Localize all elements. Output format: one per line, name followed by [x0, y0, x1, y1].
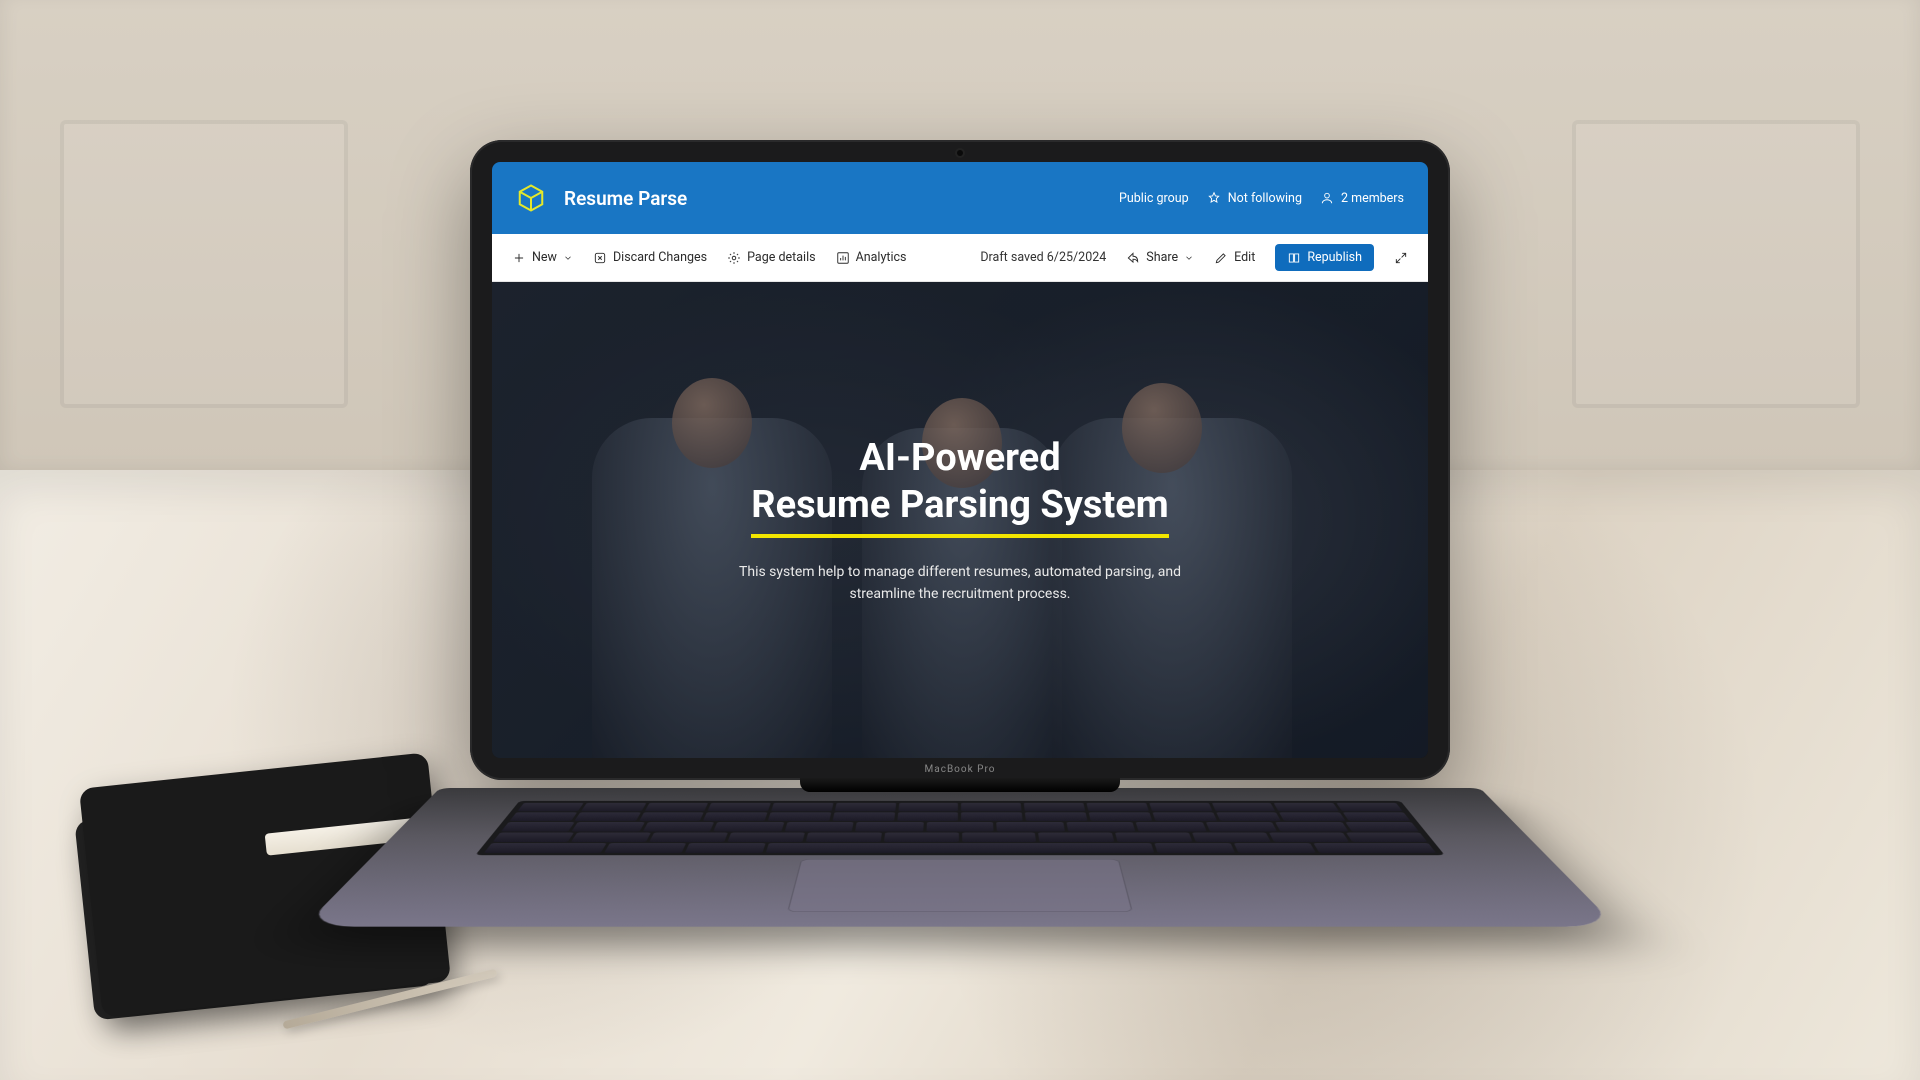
discard-icon: [593, 251, 607, 265]
hero-section: AI-Powered Resume Parsing System This sy…: [492, 282, 1428, 758]
edit-label: Edit: [1234, 250, 1255, 265]
analytics-button[interactable]: Analytics: [836, 250, 907, 265]
laptop-hinge: [800, 778, 1120, 792]
discard-label: Discard Changes: [613, 250, 707, 265]
laptop-device: Resume Parse Public group Not following …: [470, 140, 1450, 1080]
edit-button[interactable]: Edit: [1214, 250, 1255, 265]
share-icon: [1126, 251, 1140, 265]
chevron-down-icon: [563, 253, 573, 263]
analytics-icon: [836, 251, 850, 265]
draft-saved-text: Draft saved 6/25/2024: [980, 250, 1106, 265]
star-icon: [1207, 191, 1221, 205]
share-label: Share: [1146, 250, 1178, 265]
hero-title-line2: Resume Parsing System: [751, 482, 1168, 530]
page-details-button[interactable]: Page details: [727, 250, 815, 265]
book-icon: [1287, 251, 1301, 265]
camera-icon: [957, 150, 963, 156]
hero-subtitle: This system help to manage different res…: [720, 562, 1200, 605]
trackpad: [787, 859, 1133, 912]
hero-title-line1: AI-Powered: [751, 435, 1168, 483]
discard-changes-button[interactable]: Discard Changes: [593, 250, 707, 265]
page-toolbar: New Discard Changes Page details Analyti…: [492, 234, 1428, 282]
keyboard: [475, 801, 1444, 855]
new-button[interactable]: New: [512, 250, 573, 265]
laptop-base: MacBook Pro: [440, 780, 1480, 1080]
expand-icon: [1394, 251, 1408, 265]
plus-icon: [512, 251, 526, 265]
laptop-screen: Resume Parse Public group Not following …: [492, 162, 1428, 758]
person-icon: [1320, 191, 1334, 205]
public-group-label: Public group: [1119, 191, 1189, 206]
laptop-bezel: Resume Parse Public group Not following …: [470, 140, 1450, 780]
gear-icon: [727, 251, 741, 265]
not-following-button[interactable]: Not following: [1207, 191, 1302, 206]
device-brand: MacBook Pro: [925, 764, 996, 775]
sharepoint-app: Resume Parse Public group Not following …: [492, 162, 1428, 758]
site-title[interactable]: Resume Parse: [564, 187, 687, 210]
laptop-deck: [303, 788, 1616, 927]
share-button[interactable]: Share: [1126, 250, 1194, 265]
page-details-label: Page details: [747, 250, 815, 265]
republish-label: Republish: [1307, 250, 1362, 265]
members-link[interactable]: 2 members: [1320, 191, 1404, 206]
chevron-down-icon: [1184, 253, 1194, 263]
members-label: 2 members: [1341, 191, 1404, 206]
expand-button[interactable]: [1394, 251, 1408, 265]
not-following-label: Not following: [1228, 191, 1302, 206]
site-header: Resume Parse Public group Not following …: [492, 162, 1428, 234]
republish-button[interactable]: Republish: [1275, 244, 1374, 271]
cube-logo-icon: [516, 183, 546, 213]
public-group-link[interactable]: Public group: [1119, 191, 1189, 206]
new-label: New: [532, 250, 557, 265]
analytics-label: Analytics: [856, 250, 907, 265]
hero-title: AI-Powered Resume Parsing System: [751, 435, 1168, 530]
pencil-icon: [1214, 251, 1228, 265]
